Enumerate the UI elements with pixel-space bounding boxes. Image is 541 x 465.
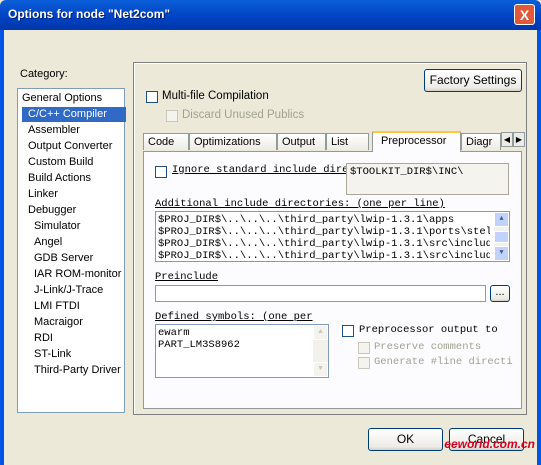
generate-line-label: Generate #line directi (374, 356, 513, 368)
scroll-down-icon[interactable]: ▼ (494, 246, 509, 261)
preinclude-input[interactable] (155, 285, 486, 302)
category-label: Category: (20, 68, 68, 80)
category-st-link[interactable]: ST-Link (34, 347, 71, 362)
include-dir-line: $PROJ_DIR$\..\..\..\third_party\lwip-1.3… (158, 214, 455, 226)
preserve-comments-checkbox (358, 342, 370, 354)
close-button[interactable]: X (514, 4, 535, 25)
category-iar-rom-monitor[interactable]: IAR ROM-monitor (34, 267, 121, 282)
window-frame-left (0, 30, 4, 465)
category-jlink-jtrace[interactable]: J-Link/J-Trace (34, 283, 103, 298)
category-linker[interactable]: Linker (28, 187, 58, 202)
preprocessor-output-label: Preprocessor output to (359, 324, 498, 336)
tab-scroll-right-icon[interactable]: ▶ (513, 132, 525, 147)
defined-symbols-label: Defined symbols: (one per (155, 311, 313, 323)
multi-file-label: Multi-file Compilation (162, 90, 269, 102)
preinclude-browse-button[interactable]: ... (490, 285, 510, 302)
preinclude-label: Preinclude (155, 271, 219, 283)
tab-diagnostics[interactable]: Diagr (461, 133, 501, 150)
category-debugger[interactable]: Debugger (28, 203, 76, 218)
category-angel[interactable]: Angel (34, 235, 62, 250)
tab-code[interactable]: Code (143, 133, 189, 150)
tab-preprocessor[interactable]: Preprocessor (372, 131, 461, 152)
include-dir-line: $PROJ_DIR$\..\..\..\third_party\lwip-1.3… (158, 250, 490, 262)
scroll-up-icon[interactable]: ▲ (494, 212, 509, 227)
generate-line-checkbox (358, 357, 370, 369)
category-output-converter[interactable]: Output Converter (28, 139, 112, 154)
defined-symbol: PART_LM3S8962 (158, 339, 240, 351)
preprocessor-output-checkbox[interactable] (342, 325, 354, 337)
ignore-std-include-checkbox[interactable] (155, 166, 167, 178)
multi-file-checkbox[interactable] (146, 91, 158, 103)
include-dirs-label-text: Additional include directories: (one per… (155, 198, 445, 210)
ok-button[interactable]: OK (368, 428, 443, 451)
tab-scroll-left-icon[interactable]: ◀ (501, 132, 513, 147)
category-macraigor[interactable]: Macraigor (34, 315, 83, 330)
category-cpp-compiler[interactable]: C/C++ Compiler (22, 107, 126, 122)
scroll-thumb[interactable] (494, 231, 509, 243)
include-dir-line: $PROJ_DIR$\..\..\..\third_party\lwip-1.3… (158, 238, 490, 250)
window-title: Options for node "Net2com" (8, 7, 171, 21)
include-dirs-scrollbar[interactable]: ▲ ▼ (494, 212, 509, 261)
defined-symbol: ewarm (158, 327, 190, 339)
discard-unused-label: Discard Unused Publics (182, 109, 305, 121)
discard-unused-checkbox (166, 110, 178, 122)
category-general-options[interactable]: General Options (22, 91, 102, 106)
factory-settings-button[interactable]: Factory Settings (424, 69, 522, 92)
category-third-party-driver[interactable]: Third-Party Driver (34, 363, 121, 378)
scroll-down-icon: ▼ (313, 362, 328, 377)
std-include-path: $TOOLKIT_DIR$\INC\ (346, 163, 509, 195)
tab-output[interactable]: Output (277, 133, 326, 150)
tab-scroll: ◀ ▶ (501, 132, 525, 147)
defined-symbols-label-text: Defined symbols: (one per (155, 311, 313, 323)
category-lmi-ftdi[interactable]: LMI FTDI (34, 299, 80, 314)
watermark-logo: eeworld.com.cn (444, 437, 535, 451)
category-build-actions[interactable]: Build Actions (28, 171, 91, 186)
defined-symbols-textarea[interactable]: ewarm PART_LM3S8962 ▲ ▼ (155, 324, 329, 378)
category-simulator[interactable]: Simulator (34, 219, 80, 234)
category-assembler[interactable]: Assembler (28, 123, 80, 138)
category-list[interactable]: General Options C/C++ Compiler Assembler… (17, 88, 126, 413)
tab-list[interactable]: List (326, 133, 369, 150)
window-frame-right (537, 30, 541, 465)
tab-optimizations[interactable]: Optimizations (189, 133, 277, 150)
preserve-comments-label: Preserve comments (374, 341, 482, 353)
title-bar: Options for node "Net2com" X (0, 0, 541, 30)
category-custom-build[interactable]: Custom Build (28, 155, 93, 170)
include-dirs-label: Additional include directories: (one per… (155, 198, 445, 210)
include-dir-line: $PROJ_DIR$\..\..\..\third_party\lwip-1.3… (158, 226, 490, 238)
include-dirs-textarea[interactable]: $PROJ_DIR$\..\..\..\third_party\lwip-1.3… (155, 211, 510, 262)
category-rdi[interactable]: RDI (34, 331, 53, 346)
category-gdb-server[interactable]: GDB Server (34, 251, 93, 266)
ignore-std-include-label: Ignore standard include dire (172, 164, 349, 176)
defined-symbols-scrollbar[interactable]: ▲ ▼ (313, 325, 328, 377)
scroll-up-icon: ▲ (313, 325, 328, 340)
